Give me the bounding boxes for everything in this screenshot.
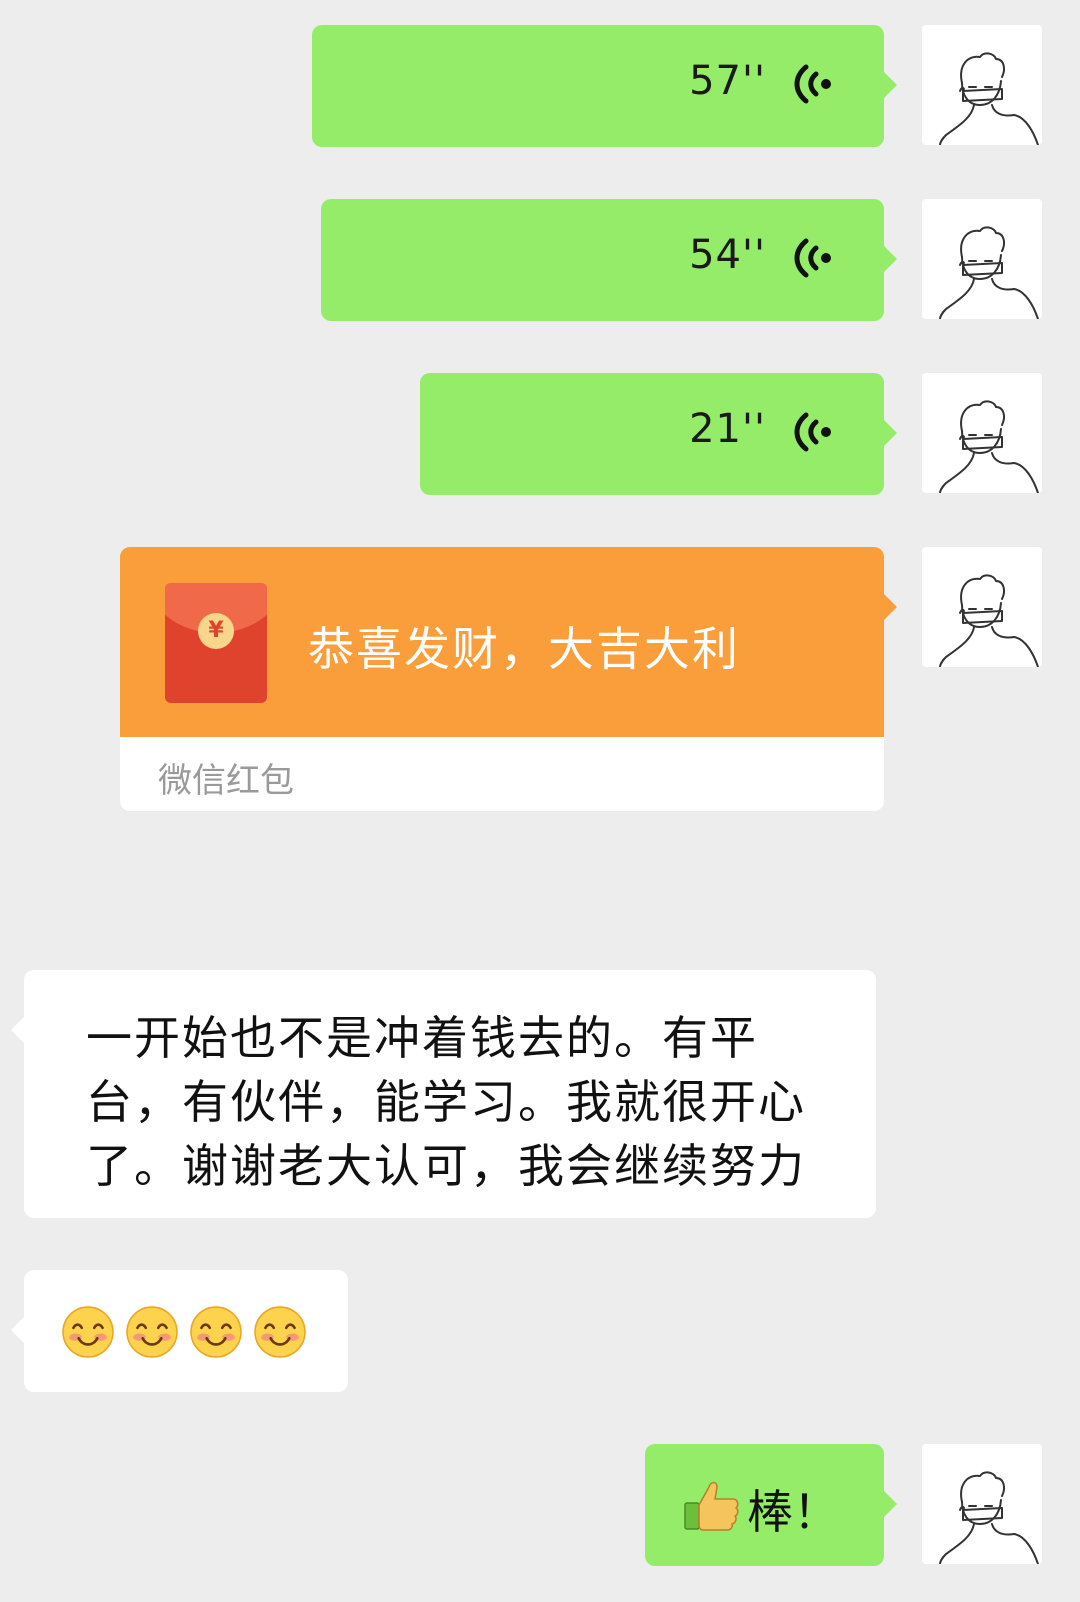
smiling-face-icon xyxy=(190,1306,242,1358)
red-packet-greeting: 恭喜发财，大吉大利 xyxy=(308,622,740,676)
masked-person-avatar-icon xyxy=(922,1444,1042,1564)
avatar[interactable] xyxy=(922,25,1042,145)
voice-duration: 21'' xyxy=(689,406,766,452)
voice-duration: 57'' xyxy=(689,58,766,104)
praise-message-bubble[interactable]: 棒！ xyxy=(645,1444,897,1566)
voice-duration: 54'' xyxy=(689,232,766,278)
avatar[interactable] xyxy=(922,373,1042,493)
emoji-row xyxy=(62,1306,306,1358)
red-packet-brand-label: 微信红包 xyxy=(158,761,294,801)
message-text: 一开始也不是冲着钱去的。有平台，有伙伴，能学习。我就很开心了。谢谢老大认可，我会… xyxy=(86,1011,806,1193)
smiling-face-icon xyxy=(62,1306,114,1358)
smiling-face-icon xyxy=(126,1306,178,1358)
avatar[interactable] xyxy=(922,1444,1042,1564)
yuan-coin-icon: ¥ xyxy=(198,613,234,649)
voice-message-bubble[interactable]: 21'' xyxy=(420,373,897,495)
smiling-face-icon xyxy=(254,1306,306,1358)
voice-wave-icon xyxy=(794,233,834,283)
voice-wave-icon xyxy=(794,407,834,457)
voice-wave-icon xyxy=(794,59,834,109)
text-message-bubble[interactable]: 一开始也不是冲着钱去的。有平台，有伙伴，能学习。我就很开心了。谢谢老大认可，我会… xyxy=(11,970,876,1218)
red-packet-header: ¥ 恭喜发财，大吉大利 xyxy=(120,547,884,737)
masked-person-avatar-icon xyxy=(922,373,1042,493)
voice-message-bubble[interactable]: 57'' xyxy=(312,25,897,147)
thumbs-up-icon xyxy=(684,1481,739,1531)
red-packet-card[interactable]: ¥ 恭喜发财，大吉大利 微信红包 xyxy=(120,547,884,811)
praise-text: 棒！ xyxy=(747,1485,839,1539)
masked-person-avatar-icon xyxy=(922,25,1042,145)
avatar[interactable] xyxy=(922,199,1042,319)
red-packet-tail xyxy=(883,593,897,621)
masked-person-avatar-icon xyxy=(922,547,1042,667)
masked-person-avatar-icon xyxy=(922,199,1042,319)
avatar[interactable] xyxy=(922,547,1042,667)
voice-message-bubble[interactable]: 54'' xyxy=(321,199,897,321)
red-packet-icon: ¥ xyxy=(165,583,267,703)
emoji-message-bubble[interactable] xyxy=(11,1270,348,1392)
